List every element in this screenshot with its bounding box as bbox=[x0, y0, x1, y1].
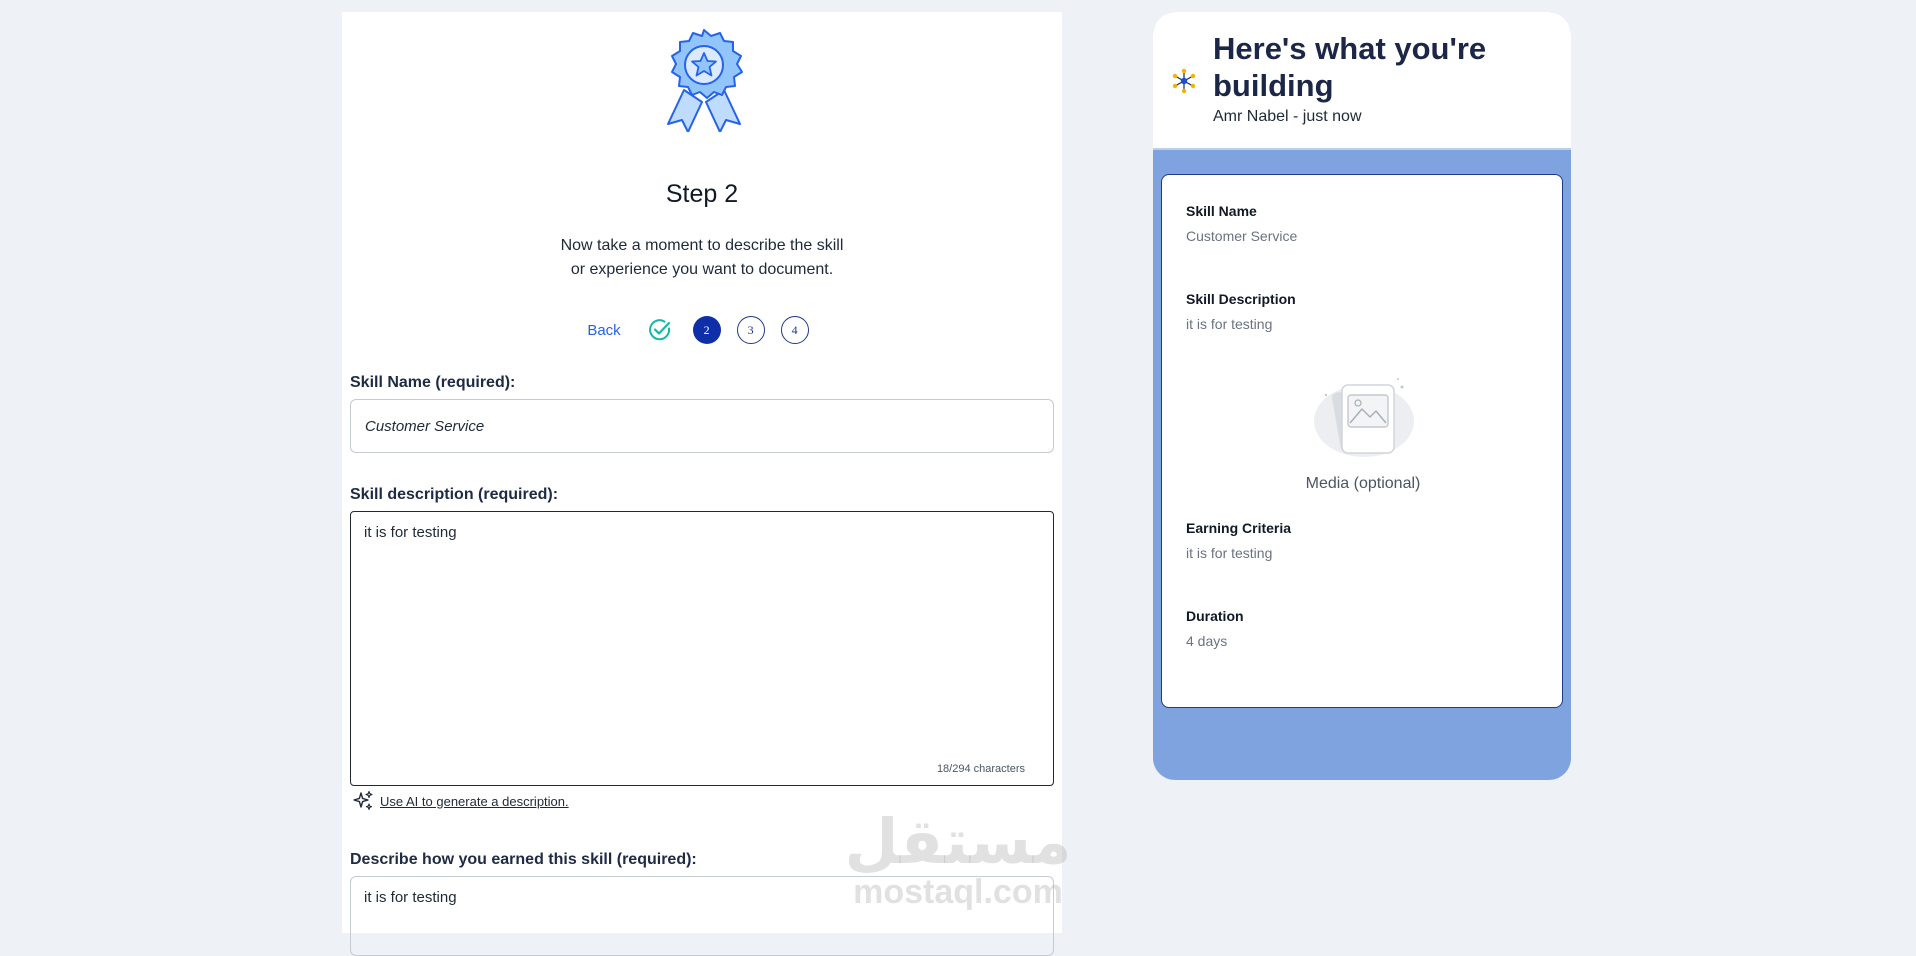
step-progress: Back 2 3 4 bbox=[342, 314, 1062, 346]
preview-skill-name-value: Customer Service bbox=[1186, 228, 1298, 244]
preview-title: Here's what you're building bbox=[1213, 31, 1487, 103]
step-form-panel: Step 2 Now take a moment to describe the… bbox=[342, 12, 1062, 956]
preview-skill-name-label: Skill Name bbox=[1186, 203, 1257, 219]
skill-name-input-value: Customer Service bbox=[365, 417, 485, 435]
preview-header: Here's what you're building Amr Nabel - … bbox=[1153, 12, 1571, 150]
earned-skill-label: Describe how you earned this skill (requ… bbox=[350, 851, 697, 868]
skill-name-input[interactable]: Customer Service bbox=[350, 399, 1054, 453]
award-badge-icon bbox=[667, 29, 743, 132]
preview-author: Amr Nabel - just now bbox=[1213, 108, 1362, 125]
preview-card: Here's what you're building Amr Nabel - … bbox=[1153, 12, 1571, 780]
skill-name-label: Skill Name (required): bbox=[350, 374, 516, 391]
network-icon bbox=[1172, 68, 1196, 94]
preview-skill-description-value: it is for testing bbox=[1186, 316, 1273, 332]
step-4-indicator[interactable]: 4 bbox=[780, 316, 809, 344]
step-description: Now take a moment to describe the skill … bbox=[560, 237, 844, 278]
preview-skill-description-label: Skill Description bbox=[1186, 291, 1296, 307]
skill-description-textarea[interactable]: it is for testing 18/294 characters bbox=[350, 511, 1054, 786]
step-3-indicator[interactable]: 3 bbox=[736, 316, 765, 344]
ai-generate-link[interactable]: Use AI to generate a description. bbox=[380, 794, 569, 809]
back-link[interactable]: Back bbox=[587, 322, 620, 339]
preview-duration-value: 4 days bbox=[1186, 633, 1228, 649]
check-circle-icon[interactable] bbox=[647, 317, 673, 343]
step-2-indicator[interactable]: 2 bbox=[692, 316, 721, 344]
ai-generate-row[interactable]: Use AI to generate a description. bbox=[352, 790, 569, 812]
earned-skill-textarea[interactable]: it is for testing bbox=[350, 876, 1054, 956]
skill-description-value: it is for testing bbox=[364, 524, 457, 541]
earned-skill-value: it is for testing bbox=[364, 889, 457, 906]
preview-earning-criteria-value: it is for testing bbox=[1186, 545, 1273, 561]
media-optional-label: Media (optional) bbox=[1305, 475, 1421, 492]
step-title: Step 2 bbox=[665, 180, 739, 208]
preview-duration-label: Duration bbox=[1186, 608, 1244, 624]
preview-earning-criteria-label: Earning Criteria bbox=[1186, 520, 1292, 536]
skill-description-label: Skill description (required): bbox=[350, 486, 559, 503]
character-counter: 18/294 characters bbox=[936, 763, 1025, 775]
sparkles-icon bbox=[353, 790, 373, 810]
preview-details: Skill Name Customer Service Skill Descri… bbox=[1161, 174, 1563, 708]
image-placeholder-icon bbox=[1314, 378, 1414, 457]
